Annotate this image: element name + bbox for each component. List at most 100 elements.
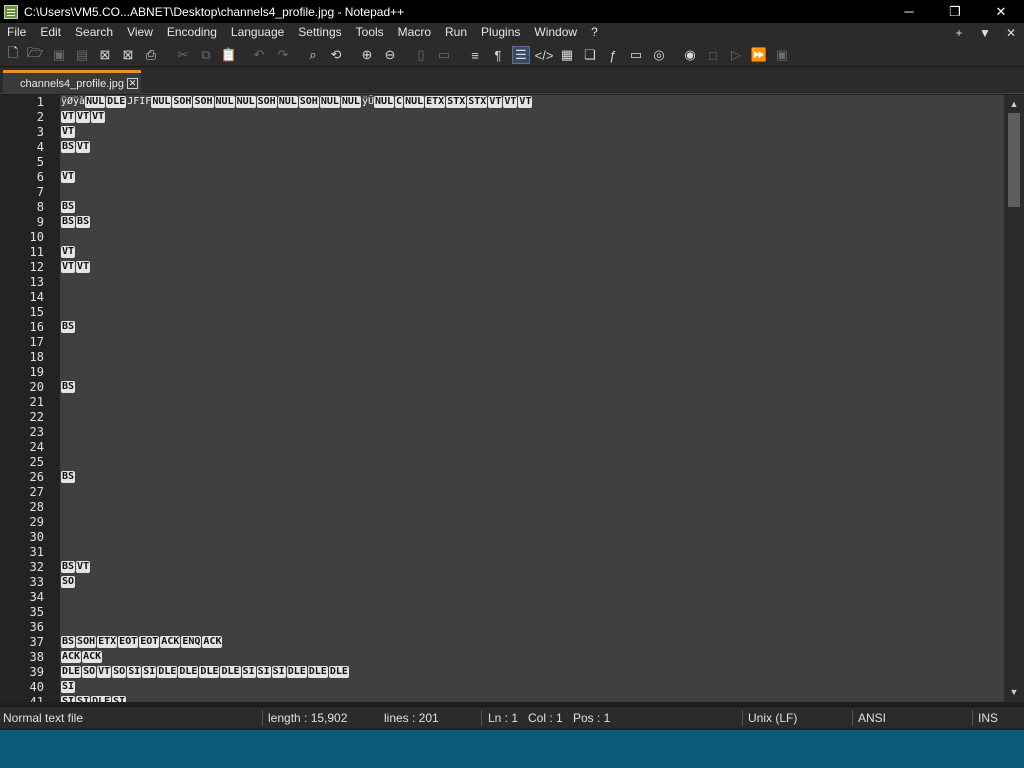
function-list-icon[interactable]: ƒ	[604, 46, 622, 64]
menu-settings[interactable]: Settings	[291, 23, 348, 42]
close-all-icon[interactable]: ⊠	[119, 46, 137, 64]
editor-line: 33 SO	[0, 575, 1008, 590]
minimize-button[interactable]: ─	[886, 0, 932, 23]
menu-edit[interactable]: Edit	[33, 23, 68, 42]
control-char: VT	[91, 111, 106, 123]
control-char: SOH	[298, 96, 319, 108]
editor-line: 9 BS BS	[0, 215, 1008, 230]
zoom-out-icon[interactable]: ⊖	[381, 46, 399, 64]
save-icon[interactable]: ▣	[50, 46, 68, 64]
folder-workspace-icon[interactable]: ▭	[627, 46, 645, 64]
vertical-scrollbar[interactable]: ▲ ▼	[1004, 95, 1024, 702]
editor-line: 6 VT	[0, 170, 1008, 185]
find-icon[interactable]: ⌕	[304, 46, 322, 64]
menu-window[interactable]: Window	[527, 23, 584, 42]
toolbar: 🗋 🗁 ▣ ▤ ⊠ ⊠ ⎙ ✂ ⧉ 📋 ↶ ↷ ⌕ ⟲ ⊕ ⊖ ▯ ▭ ≡ ¶ …	[0, 42, 1024, 67]
line-number: 40	[29, 680, 44, 694]
scroll-thumb[interactable]	[1008, 113, 1020, 207]
line-text: BS SOH ETX EOT EOT ACK ENQ ACK	[61, 636, 223, 648]
editor-area[interactable]: 1 ÿØÿàNUL DLE JFIFNUL SOH SOH NUL NUL SOH NUL SOH…	[0, 95, 1008, 702]
tab-channels4-profile[interactable]: channels4_profile.jpg ✕	[3, 70, 141, 94]
line-text: VT	[61, 126, 76, 138]
undo-icon[interactable]: ↶	[250, 46, 268, 64]
menu-run[interactable]: Run	[438, 23, 474, 42]
save-all-icon[interactable]: ▤	[73, 46, 91, 64]
status-separator	[742, 710, 743, 726]
menu-help[interactable]: ?	[584, 23, 605, 42]
line-number: 19	[29, 365, 44, 379]
menu-view[interactable]: View	[120, 23, 160, 42]
udl-icon[interactable]: </>	[535, 46, 554, 64]
control-char: VT	[488, 96, 503, 108]
print-icon[interactable]: ⎙	[142, 46, 160, 64]
editor-line: 31	[0, 545, 1008, 560]
sync-h-icon[interactable]: ▭	[435, 46, 453, 64]
menu-file[interactable]: File	[0, 23, 33, 42]
control-char: SOH	[172, 96, 193, 108]
control-char: ACK	[61, 651, 82, 663]
control-char: SO	[61, 576, 76, 588]
scroll-up-icon[interactable]: ▲	[1008, 98, 1020, 110]
zoom-in-icon[interactable]: ⊕	[358, 46, 376, 64]
paste-icon[interactable]: 📋	[220, 46, 238, 64]
copy-icon[interactable]: ⧉	[197, 46, 215, 64]
close-doc-button[interactable]: ✕	[998, 26, 1024, 40]
record-macro-icon[interactable]: ◉	[681, 46, 699, 64]
editor-line: 10	[0, 230, 1008, 245]
line-number: 3	[36, 125, 44, 139]
editor-line: 4 BS VT	[0, 140, 1008, 155]
stop-macro-icon[interactable]: □	[704, 46, 722, 64]
word-wrap-icon[interactable]: ≡	[466, 46, 484, 64]
control-char: NUL	[373, 96, 395, 108]
show-all-chars-icon[interactable]: ¶	[489, 46, 507, 64]
doc-map-icon[interactable]: ▦	[558, 46, 576, 64]
control-char: SI	[76, 696, 91, 702]
menu-tools[interactable]: Tools	[349, 23, 391, 42]
editor-line: 25	[0, 455, 1008, 470]
line-text: BS	[61, 381, 76, 393]
tab-list-button[interactable]: ▼	[972, 26, 998, 40]
new-file-icon[interactable]: 🗋	[4, 45, 22, 64]
cut-icon[interactable]: ✂	[174, 46, 192, 64]
editor-line: 41 SI SI DLE SI	[0, 695, 1008, 702]
menu-macro[interactable]: Macro	[391, 23, 438, 42]
replace-icon[interactable]: ⟲	[327, 46, 345, 64]
control-char: SI	[127, 666, 142, 678]
control-char: STX	[467, 96, 488, 108]
notepad-app-icon	[4, 4, 18, 19]
new-tab-button[interactable]: +	[946, 26, 972, 40]
redo-icon[interactable]: ↷	[274, 46, 292, 64]
menu-language[interactable]: Language	[224, 23, 291, 42]
control-char: BS	[61, 636, 76, 648]
control-char: SI	[256, 666, 271, 678]
line-number: 27	[29, 485, 44, 499]
monitoring-icon[interactable]: ◎	[650, 46, 668, 64]
control-char: ETX	[97, 636, 118, 648]
indent-guide-icon[interactable]: ☰	[512, 46, 530, 64]
menu-search[interactable]: Search	[68, 23, 120, 42]
sync-v-icon[interactable]: ▯	[412, 46, 430, 64]
control-char: ACK	[82, 651, 103, 663]
control-char: SI	[241, 666, 256, 678]
control-char: VT	[61, 261, 76, 273]
close-icon[interactable]: ⊠	[96, 46, 114, 64]
editor-line: 29	[0, 515, 1008, 530]
save-macro-icon[interactable]: ▣	[773, 46, 791, 64]
scroll-down-icon[interactable]: ▼	[1008, 686, 1020, 698]
menu-plugins[interactable]: Plugins	[474, 23, 527, 42]
restore-button[interactable]: ❐	[932, 0, 978, 23]
doc-list-icon[interactable]: ❏	[581, 46, 599, 64]
close-window-button[interactable]: ✕	[978, 0, 1024, 23]
open-file-icon[interactable]: 🗁	[26, 45, 44, 64]
control-char: SI	[61, 696, 76, 702]
line-number: 4	[36, 140, 44, 154]
menu-encoding[interactable]: Encoding	[160, 23, 224, 42]
line-text: BS	[61, 321, 76, 333]
play-macro-icon[interactable]: ▷	[727, 46, 745, 64]
tab-close-icon[interactable]: ✕	[127, 78, 138, 89]
run-macro-multiple-icon[interactable]: ⏩	[750, 46, 768, 64]
control-char: SI	[61, 681, 76, 693]
control-char: BS	[61, 561, 76, 573]
line-number: 2	[36, 110, 44, 124]
status-encoding: ANSI	[858, 711, 887, 725]
